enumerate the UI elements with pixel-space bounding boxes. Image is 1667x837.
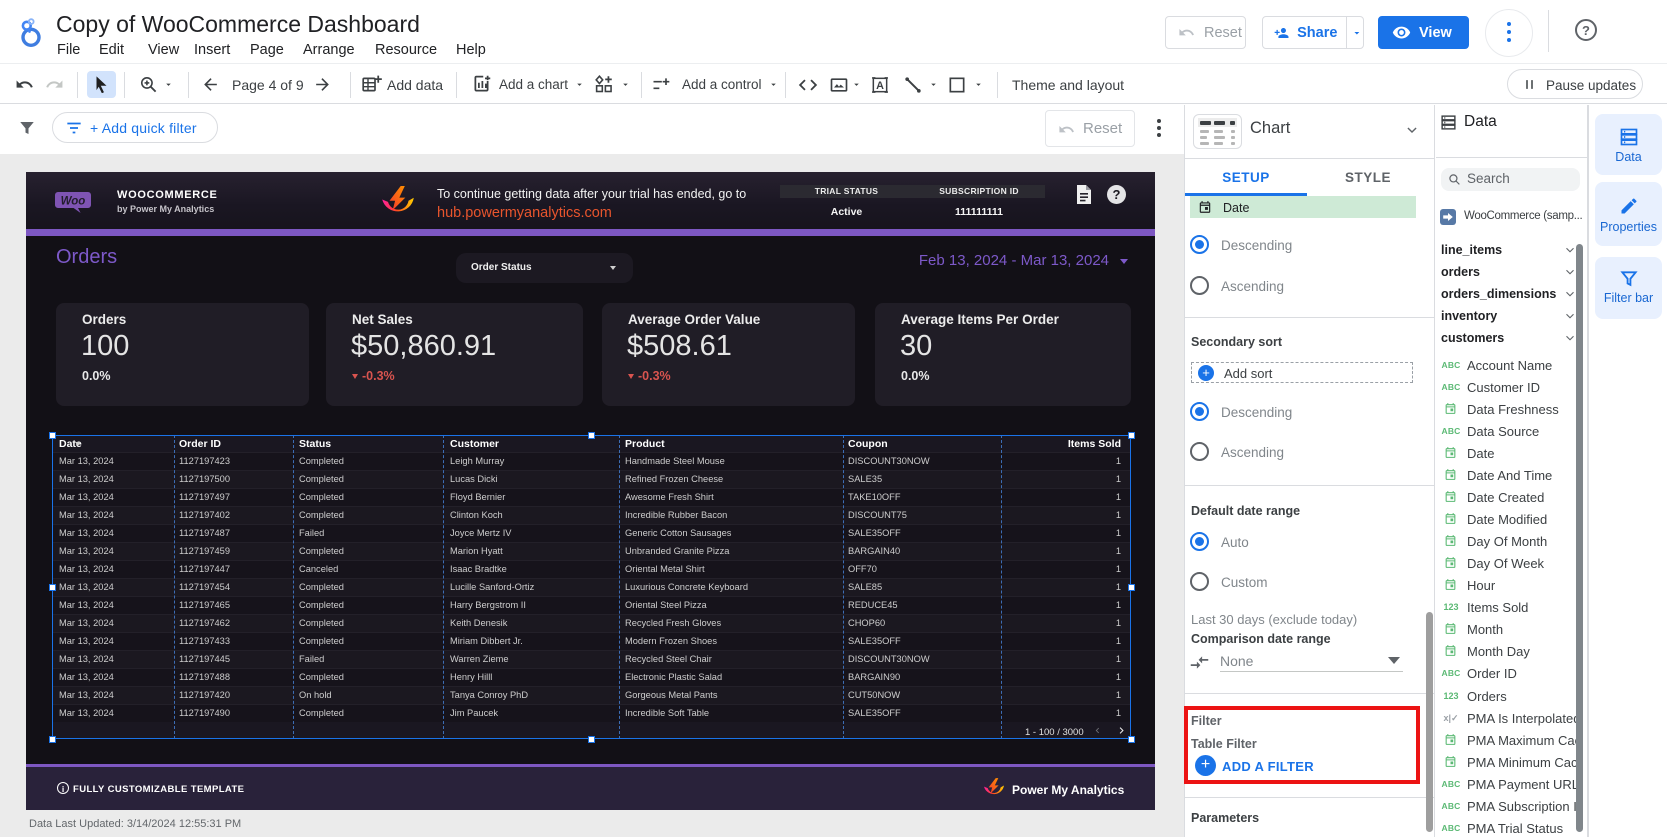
svg-text:A: A [876,79,884,91]
svg-text:?: ? [1582,23,1590,38]
svg-text:Woo: Woo [61,196,86,208]
